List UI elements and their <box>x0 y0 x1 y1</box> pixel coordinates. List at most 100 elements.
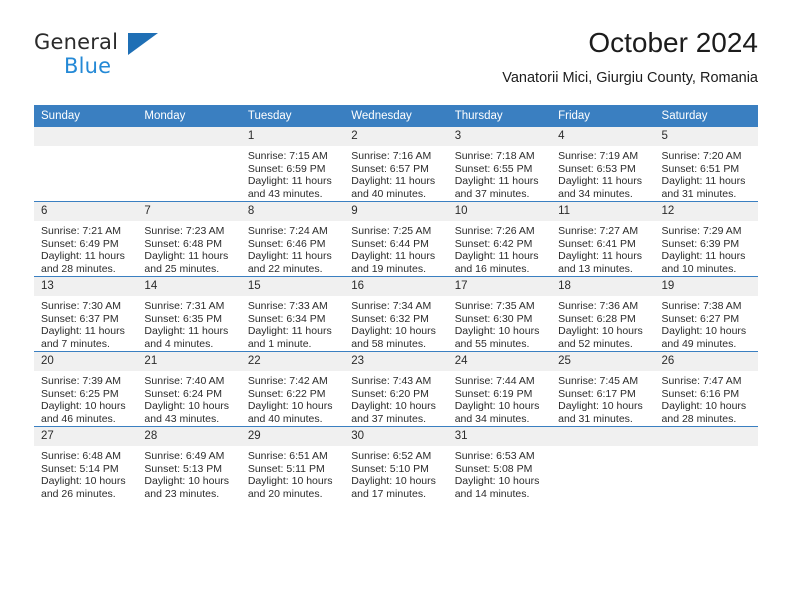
calendar-day-cell[interactable]: 6 Sunrise: 7:21 AM Sunset: 6:49 PM Daylight… <box>34 201 138 277</box>
calendar-day-cell[interactable]: 9 Sunrise: 7:25 AM Sunset: 6:44 PM Daylight… <box>344 201 448 277</box>
page-header: General Blue October 2024 Vanatorii Mici… <box>34 26 758 98</box>
daylight-text-line1: Daylight: 11 hours <box>454 175 539 188</box>
calendar-day-cell[interactable]: 30 Sunrise: 6:52 AM Sunset: 5:10 PM Dayligh… <box>344 426 448 501</box>
day-details: Sunrise: 7:25 AM Sunset: 6:44 PM Daylight:… <box>344 221 447 275</box>
calendar-day-cell[interactable]: 18 Sunrise: 7:36 AM Sunset: 6:28 PM Dayligh… <box>551 276 655 352</box>
calendar-day-cell[interactable]: 23 Sunrise: 7:43 AM Sunset: 6:20 PM Dayligh… <box>344 351 448 427</box>
calendar-day-cell[interactable]: 5 Sunrise: 7:20 AM Sunset: 6:51 PM Daylight… <box>654 127 758 202</box>
weekday-header-tuesday: Tuesday <box>240 105 345 127</box>
calendar-day-cell[interactable]: 2 Sunrise: 7:16 AM Sunset: 6:57 PM Daylight… <box>344 127 448 202</box>
day-details: Sunrise: 6:51 AM Sunset: 5:11 PM Daylight:… <box>241 446 344 500</box>
sunrise-text: Sunrise: 7:23 AM <box>144 225 225 237</box>
day-details: Sunrise: 7:16 AM Sunset: 6:57 PM Daylight:… <box>344 146 447 200</box>
daylight-text-line2: and 22 minutes. <box>247 262 323 275</box>
calendar-day-cell[interactable]: 13 Sunrise: 7:30 AM Sunset: 6:37 PM Dayligh… <box>34 276 138 352</box>
sunset-text: Sunset: 6:44 PM <box>351 237 429 250</box>
sunset-text: Sunset: 5:11 PM <box>247 462 325 475</box>
sunset-text: Sunset: 6:51 PM <box>661 162 740 175</box>
page-subtitle: Vanatorii Mici, Giurgiu County, Romania <box>502 70 758 86</box>
sunset-text: Sunset: 6:24 PM <box>144 387 223 400</box>
calendar-day-cell-empty <box>137 127 241 202</box>
calendar-week-row: 27 Sunrise: 6:48 AM Sunset: 5:14 PM Dayligh… <box>34 426 758 501</box>
calendar-day-cell[interactable]: 4 Sunrise: 7:19 AM Sunset: 6:53 PM Daylight… <box>551 127 655 202</box>
sunset-text: Sunset: 6:53 PM <box>558 162 636 175</box>
daylight-text-line1: Daylight: 10 hours <box>144 400 230 413</box>
calendar-day-cell[interactable]: 14 Sunrise: 7:31 AM Sunset: 6:35 PM Dayligh… <box>137 276 241 352</box>
sunset-text: Sunset: 6:49 PM <box>41 237 119 250</box>
day-details: Sunrise: 7:38 AM Sunset: 6:27 PM Daylight:… <box>655 296 758 350</box>
calendar-day-cell[interactable]: 17 Sunrise: 7:35 AM Sunset: 6:30 PM Dayligh… <box>447 276 552 352</box>
daylight-text-line2: and 28 minutes. <box>661 412 737 425</box>
calendar-day-cell[interactable]: 15 Sunrise: 7:33 AM Sunset: 6:34 PM Dayligh… <box>240 276 345 352</box>
sunrise-text: Sunrise: 7:34 AM <box>351 300 432 312</box>
day-details: Sunrise: 7:43 AM Sunset: 6:20 PM Daylight:… <box>344 371 447 425</box>
daylight-text-line1: Daylight: 11 hours <box>41 250 125 263</box>
sunset-text: Sunset: 6:48 PM <box>144 237 223 250</box>
daylight-text-line1: Daylight: 11 hours <box>144 250 229 263</box>
calendar-week-row: 1 Sunrise: 7:15 AM Sunset: 6:59 PM Daylight… <box>34 127 758 202</box>
day-details: Sunrise: 6:48 AM Sunset: 5:14 PM Daylight:… <box>34 446 137 500</box>
calendar-day-cell[interactable]: 8 Sunrise: 7:24 AM Sunset: 6:46 PM Daylight… <box>240 201 345 277</box>
calendar-day-cell[interactable]: 25 Sunrise: 7:45 AM Sunset: 6:17 PM Dayligh… <box>551 351 655 427</box>
day-number: 24 <box>447 352 552 371</box>
calendar-day-cell[interactable]: 28 Sunrise: 6:49 AM Sunset: 5:13 PM Dayligh… <box>137 426 241 501</box>
calendar-day-cell[interactable]: 24 Sunrise: 7:44 AM Sunset: 6:19 PM Dayligh… <box>447 351 552 427</box>
day-details: Sunrise: 7:47 AM Sunset: 6:16 PM Daylight:… <box>655 371 758 425</box>
sunset-text: Sunset: 6:57 PM <box>351 162 429 175</box>
day-number: 6 <box>34 202 138 221</box>
calendar-day-cell[interactable]: 22 Sunrise: 7:42 AM Sunset: 6:22 PM Dayligh… <box>240 351 345 427</box>
daylight-text-line2: and 40 minutes. <box>247 412 323 425</box>
calendar-day-cell[interactable]: 27 Sunrise: 6:48 AM Sunset: 5:14 PM Dayligh… <box>34 426 138 501</box>
calendar-day-cell[interactable]: 19 Sunrise: 7:38 AM Sunset: 6:27 PM Dayligh… <box>654 276 758 352</box>
daylight-text-line1: Daylight: 10 hours <box>144 475 230 488</box>
sunset-text: Sunset: 5:10 PM <box>351 462 429 475</box>
calendar-day-cell[interactable]: 12 Sunrise: 7:29 AM Sunset: 6:39 PM Dayligh… <box>654 201 758 277</box>
day-number: 26 <box>654 352 758 371</box>
calendar-day-cell[interactable]: 1 Sunrise: 7:15 AM Sunset: 6:59 PM Daylight… <box>240 127 345 202</box>
calendar-day-cell[interactable]: 21 Sunrise: 7:40 AM Sunset: 6:24 PM Dayligh… <box>137 351 241 427</box>
day-number: 28 <box>137 427 241 446</box>
sunrise-text: Sunrise: 7:33 AM <box>247 300 328 312</box>
daylight-text-line1: Daylight: 10 hours <box>351 400 436 413</box>
sunrise-text: Sunrise: 7:19 AM <box>558 150 639 162</box>
daylight-text-line1: Daylight: 11 hours <box>351 175 436 188</box>
sunset-text: Sunset: 6:27 PM <box>661 312 740 325</box>
sunset-text: Sunset: 6:39 PM <box>661 237 740 250</box>
daylight-text-line2: and 34 minutes. <box>454 412 530 425</box>
sunrise-text: Sunrise: 7:29 AM <box>661 225 742 237</box>
day-details: Sunrise: 7:15 AM Sunset: 6:59 PM Daylight:… <box>241 146 344 200</box>
weekday-header-sunday: Sunday <box>34 105 138 127</box>
calendar-day-cell[interactable]: 29 Sunrise: 6:51 AM Sunset: 5:11 PM Dayligh… <box>240 426 345 501</box>
daylight-text-line2: and 10 minutes. <box>661 262 737 275</box>
day-details: Sunrise: 7:42 AM Sunset: 6:22 PM Daylight:… <box>241 371 344 425</box>
calendar-table: Sunday Monday Tuesday Wednesday Thursday Frid… <box>34 105 758 501</box>
calendar-day-cell[interactable]: 11 Sunrise: 7:27 AM Sunset: 6:41 PM Dayligh… <box>551 201 655 277</box>
daylight-text-line1: Daylight: 10 hours <box>247 400 333 413</box>
sunrise-text: Sunrise: 7:25 AM <box>351 225 432 237</box>
day-details: Sunrise: 7:39 AM Sunset: 6:25 PM Daylight:… <box>34 371 137 425</box>
calendar-day-cell[interactable]: 10 Sunrise: 7:26 AM Sunset: 6:42 PM Dayligh… <box>447 201 552 277</box>
sunset-text: Sunset: 6:17 PM <box>558 387 636 400</box>
calendar-day-cell[interactable]: 26 Sunrise: 7:47 AM Sunset: 6:16 PM Dayligh… <box>654 351 758 427</box>
calendar-day-cell[interactable]: 20 Sunrise: 7:39 AM Sunset: 6:25 PM Dayligh… <box>34 351 138 427</box>
day-details: Sunrise: 7:29 AM Sunset: 6:39 PM Daylight:… <box>655 221 758 275</box>
sunrise-text: Sunrise: 7:31 AM <box>144 300 225 312</box>
day-details: Sunrise: 7:34 AM Sunset: 6:32 PM Daylight:… <box>344 296 447 350</box>
sunset-text: Sunset: 6:19 PM <box>454 387 533 400</box>
daylight-text-line2: and 31 minutes. <box>661 187 737 200</box>
sunrise-text: Sunrise: 7:38 AM <box>661 300 742 312</box>
calendar-day-cell[interactable]: 31 Sunrise: 6:53 AM Sunset: 5:08 PM Dayligh… <box>447 426 552 501</box>
sunset-text: Sunset: 6:25 PM <box>41 387 119 400</box>
calendar-day-cell[interactable]: 16 Sunrise: 7:34 AM Sunset: 6:32 PM Dayligh… <box>344 276 448 352</box>
sunset-text: Sunset: 6:20 PM <box>351 387 429 400</box>
day-number: 2 <box>344 127 448 146</box>
calendar-day-cell[interactable]: 3 Sunrise: 7:18 AM Sunset: 6:55 PM Daylight… <box>447 127 552 202</box>
sunset-text: Sunset: 5:08 PM <box>454 462 533 475</box>
generalblue-logo[interactable]: General Blue <box>34 30 214 86</box>
calendar-day-cell-empty <box>34 127 138 202</box>
day-details: Sunrise: 7:36 AM Sunset: 6:28 PM Daylight:… <box>551 296 654 350</box>
day-number: 12 <box>654 202 758 221</box>
daylight-text-line1: Daylight: 10 hours <box>454 325 540 338</box>
day-details: Sunrise: 7:31 AM Sunset: 6:35 PM Daylight:… <box>137 296 240 350</box>
calendar-day-cell[interactable]: 7 Sunrise: 7:23 AM Sunset: 6:48 PM Daylight… <box>137 201 241 277</box>
